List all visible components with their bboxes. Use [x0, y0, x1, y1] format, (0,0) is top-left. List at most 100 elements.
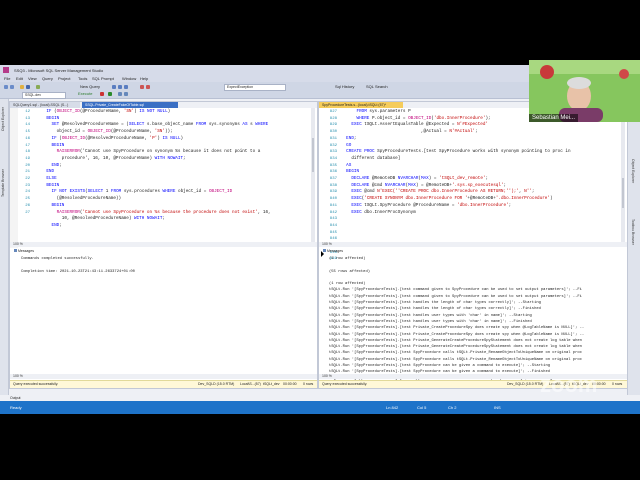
code-line: BEGIN	[46, 115, 60, 121]
status-line: Ln 842	[386, 405, 399, 410]
code-line: RAISERROR('Cannot use SpyProcedure on sy…	[56, 149, 261, 155]
right-results-zoom[interactable]: 100 %	[322, 374, 332, 379]
line-number: 839	[329, 190, 337, 195]
left-results-zoom-row: 100 %	[10, 374, 317, 379]
menu-view[interactable]: View	[28, 76, 37, 81]
right-dock-strip: Object Explorer Toolbox Browser	[627, 99, 640, 399]
status-bar: Ready Ln 842 Col 5 Ch 2 INS	[0, 401, 640, 414]
line-number: 23	[25, 183, 30, 188]
message-line: tSQLt.Run '[SpyProcedureTests].[test com…	[329, 288, 582, 293]
line-number: 21	[25, 170, 30, 175]
line-number: 832	[329, 143, 337, 148]
menu-project[interactable]: Project	[58, 76, 70, 81]
line-number: 833	[329, 150, 337, 155]
code-line: RAISERROR('Cannot use SpyProcedure on %s…	[56, 209, 271, 215]
menu-tools[interactable]: Tools	[78, 76, 87, 81]
open-folder-icon[interactable]	[20, 85, 24, 89]
line-number: 830	[329, 130, 337, 135]
xmla-icon[interactable]	[124, 85, 128, 89]
left-messages-tab[interactable]: Messages	[14, 248, 34, 254]
execute-button[interactable]: Execute	[78, 91, 92, 97]
code-line: EXEC('CREATE SYNONYM dbo.InnerProcedure …	[351, 196, 553, 202]
right-status-ok: Query executed successfully.	[322, 382, 368, 386]
results-grid-icon[interactable]	[118, 92, 122, 96]
left-status-server: Dev_SQLD (15.0 RTM)	[198, 382, 235, 386]
message-line: tSQLt.Run '[SpyProcedureTests].[test Spy…	[329, 351, 582, 356]
line-number: 828	[329, 116, 337, 121]
webcam-person-image	[529, 60, 640, 122]
menu-file[interactable]: File	[4, 76, 10, 81]
save-icon[interactable]	[26, 85, 30, 89]
new-query-button[interactable]: New Query	[80, 84, 100, 90]
right-zoom-level[interactable]: 100 %	[322, 242, 332, 247]
webcam-video: Sebastian Mei...	[529, 60, 640, 122]
back-icon[interactable]	[4, 85, 8, 89]
line-number: 827	[329, 110, 337, 114]
right-line-numbers: 827 828 829 830 831 832 833 834 835 836 837 838 839 8…	[323, 109, 337, 263]
message-line: tSQLt.Run '[SpyProcedureTests].[test Pri…	[329, 326, 585, 331]
forward-icon[interactable]	[10, 85, 14, 89]
line-number: 25	[25, 197, 30, 202]
dmx-icon[interactable]	[118, 85, 122, 89]
code-line: CREATE PROC SpyProcedureTests.[test SpyP…	[346, 149, 571, 155]
tab-private-createfake[interactable]: SSQL.Private_CreateFakeOfTable.sql	[82, 102, 178, 108]
database-select[interactable]: SSQL.dev	[22, 92, 66, 99]
line-number: 844	[329, 223, 337, 228]
tab-sqlquery1[interactable]: SQLQuery1.sql - (local).SSQL (S...)	[10, 102, 80, 108]
results-text-icon[interactable]	[124, 92, 128, 96]
right-editor-scrollbar[interactable]	[621, 108, 625, 242]
mouse-cursor-icon	[321, 251, 324, 257]
code-line: END;	[346, 135, 357, 141]
code-line: BEGIN	[51, 202, 65, 208]
line-number: 15	[25, 130, 30, 135]
redo-icon[interactable]	[146, 85, 150, 89]
code-line: GO	[346, 142, 352, 148]
object-explorer-tab[interactable]: Object Explorer	[1, 107, 5, 131]
toolbox-tab[interactable]: Toolbox Browser	[631, 219, 635, 245]
right-zoom-row: 100 %	[319, 242, 627, 247]
left-messages-output: Commands completed successfully. Complet…	[21, 256, 135, 275]
code-line: IF NOT EXISTS(SELECT 1 FROM sys.procedur…	[51, 189, 233, 195]
sql-history-button[interactable]: Sql History	[335, 84, 354, 90]
menu-sql-prompt[interactable]: SQL Prompt	[92, 76, 114, 81]
line-number: 831	[329, 136, 337, 141]
sql-search-button[interactable]: SQL Search	[366, 84, 388, 90]
left-zoom-level[interactable]: 100 %	[13, 242, 23, 247]
mdx-icon[interactable]	[112, 85, 116, 89]
code-line: SET @ResolvedProcedureName = (SELECT s.b…	[51, 122, 269, 128]
line-number: 842	[329, 210, 337, 215]
left-status-time: 00:00:00	[283, 382, 297, 386]
line-number: 837	[329, 177, 337, 182]
database-icon[interactable]	[36, 85, 40, 89]
right-code-editor[interactable]: FROM sys.parameters P WHERE P.object_id …	[341, 109, 617, 216]
code-line: ELSE	[46, 176, 57, 182]
status-ch: Ch 2	[448, 405, 457, 410]
left-editor-scrollbar[interactable]	[311, 108, 315, 242]
menu-window[interactable]: Window	[122, 76, 136, 81]
menu-edit[interactable]: Edit	[16, 76, 23, 81]
right-messages-tab[interactable]: Messages	[323, 248, 343, 254]
template-browser-tab[interactable]: Template Browser	[1, 169, 5, 197]
left-messages-icon	[14, 249, 17, 252]
right-object-explorer-tab[interactable]: Object Explorer	[631, 159, 635, 183]
right-status-server: Dev_SQLD (15.0 RTM)	[507, 382, 544, 386]
left-code-editor[interactable]: IF (OBJECT_ID(@ProcedureName, 'SN') IS N…	[36, 109, 310, 230]
search-combo[interactable]: ExpectException	[224, 84, 286, 91]
line-number: 26	[25, 203, 30, 208]
line-number: 836	[329, 170, 337, 175]
left-status-user: Local\S...(57)	[240, 382, 261, 386]
line-number: 834	[329, 156, 337, 161]
status-ready: Ready	[10, 405, 22, 410]
undo-icon[interactable]	[140, 85, 144, 89]
stop-icon[interactable]	[100, 92, 104, 96]
line-number: 829	[329, 123, 337, 128]
tab-spyproceduretests[interactable]: SpyProcedureTests.s...(local).tSQLt (57)…	[319, 102, 403, 108]
parse-icon[interactable]	[108, 92, 112, 96]
menu-query[interactable]: Query	[42, 76, 53, 81]
menu-help[interactable]: Help	[140, 76, 148, 81]
left-query-status: Query executed successfully. Dev_SQLD (1…	[10, 380, 317, 388]
left-results-zoom[interactable]: 100 %	[13, 374, 23, 379]
code-line: AS	[346, 162, 352, 168]
code-line: END;	[51, 222, 62, 228]
code-line: BEGIN	[346, 169, 360, 175]
